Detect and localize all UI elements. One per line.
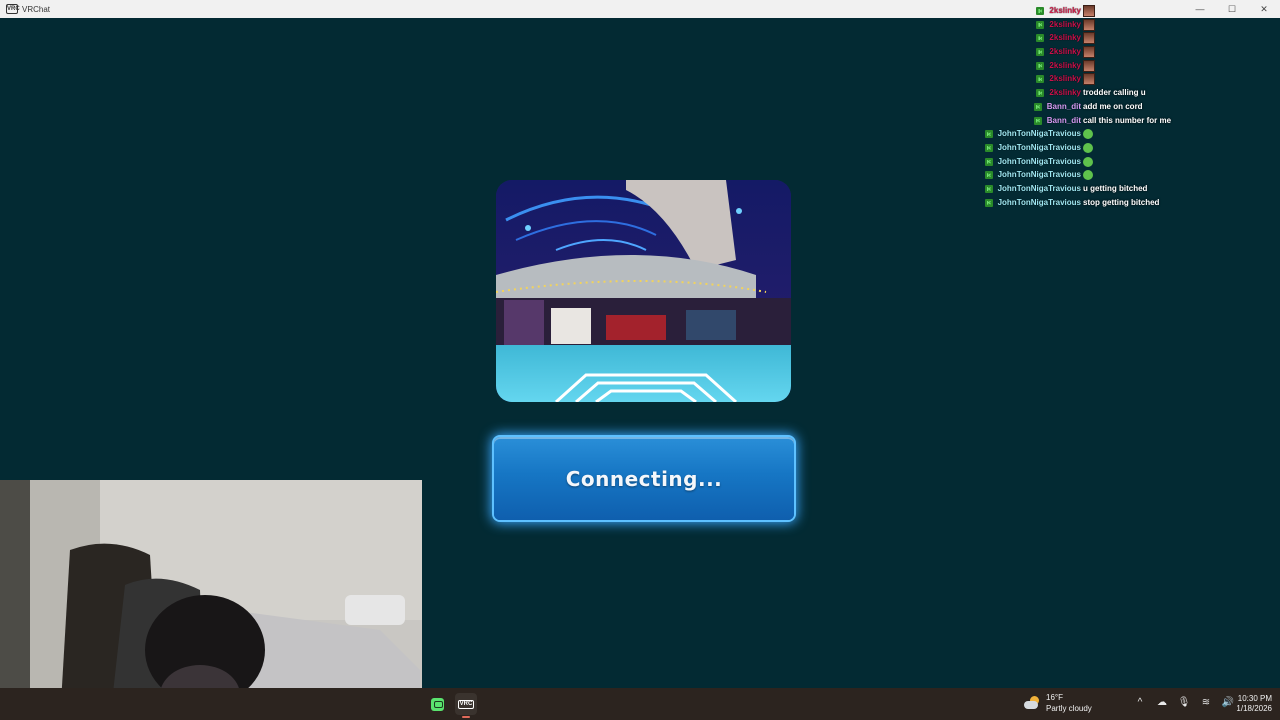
kick-badge-icon xyxy=(984,184,993,193)
window-title: VRChat xyxy=(22,4,51,14)
onedrive-cloud-icon[interactable]: ☁ xyxy=(1154,697,1170,708)
kick-badge-icon xyxy=(1036,7,1045,15)
wifi-icon[interactable]: ≋ xyxy=(1198,697,1214,708)
clock-date: 1/18/2026 xyxy=(1236,704,1272,713)
kick-badge-icon xyxy=(1036,89,1045,98)
chat-message: 2kslinky xyxy=(976,45,1276,59)
emote-face-icon xyxy=(1083,129,1093,140)
world-thumbnail xyxy=(496,180,791,402)
chat-message: JohnTonNigaTravious u getting bitched xyxy=(976,182,1276,196)
emote-image-icon xyxy=(1083,18,1095,31)
chat-username: 2kslinky xyxy=(1049,74,1081,84)
chat-username: JohnTonNigaTravious xyxy=(997,156,1081,166)
chat-overlay: 2kslinky 2kslinky 2kslinky 2kslinky 2kslinky… xyxy=(976,4,1276,209)
kick-badge-icon xyxy=(984,157,993,166)
chat-message: 2kslinky trodder calling u xyxy=(976,86,1276,100)
chat-message-text: trodder calling u xyxy=(1083,88,1146,98)
connecting-status-button: Connecting... xyxy=(494,437,794,520)
chat-message: 2kslinky xyxy=(976,59,1276,73)
chat-message-text: add me on cord xyxy=(1083,101,1143,111)
chat-message: Bann_dit add me on cord xyxy=(976,100,1276,114)
clock-time: 10:30 PM xyxy=(1237,694,1272,703)
chat-message: JohnTonNigaTravious xyxy=(976,155,1276,169)
vrchat-app-icon: VRC xyxy=(6,4,20,14)
emote-image-icon xyxy=(1083,73,1095,86)
connecting-label: Connecting... xyxy=(565,466,723,491)
chat-message: JohnTonNigaTravious xyxy=(976,141,1276,155)
kick-badge-icon xyxy=(984,198,993,207)
weather-temp: 16°F xyxy=(1046,693,1063,702)
chat-username: JohnTonNigaTravious xyxy=(997,142,1081,152)
chat-message: 2kslinky xyxy=(976,4,1276,18)
kick-badge-icon xyxy=(1036,34,1045,43)
chat-username: 2kslinky xyxy=(1049,19,1081,29)
chat-message: 2kslinky xyxy=(976,31,1276,45)
chat-message: 2kslinky xyxy=(976,72,1276,86)
chat-username: 2kslinky xyxy=(1049,88,1081,98)
chat-username: 2kslinky xyxy=(1049,6,1081,15)
kick-badge-icon xyxy=(1036,20,1045,29)
emote-face-icon xyxy=(1083,142,1093,153)
chat-username: Bann_dit xyxy=(1046,115,1081,125)
volume-icon[interactable]: 🔊 xyxy=(1220,697,1236,708)
emote-image-icon xyxy=(1083,32,1095,45)
kick-badge-icon xyxy=(1033,102,1042,111)
partly-cloudy-icon xyxy=(1024,696,1040,710)
chat-message-text: u getting bitched xyxy=(1083,183,1148,193)
chat-username: Bann_dit xyxy=(1046,101,1081,111)
chat-username: 2kslinky xyxy=(1049,33,1081,43)
chat-message-text: stop getting bitched xyxy=(1083,197,1160,207)
chat-message-text: call this number for me xyxy=(1083,115,1172,125)
emote-image-icon xyxy=(1083,5,1095,17)
vrchat-taskbar-icon[interactable]: VRC xyxy=(455,693,477,718)
clock[interactable]: 10:30 PM 1/18/2026 xyxy=(1236,694,1272,714)
kick-badge-icon xyxy=(1036,75,1045,84)
webcam-overlay xyxy=(0,480,422,720)
emote-face-icon xyxy=(1083,170,1093,181)
chat-username: JohnTonNigaTravious xyxy=(997,197,1081,207)
chat-app-icon xyxy=(430,697,444,711)
kick-badge-icon xyxy=(984,143,993,152)
emote-face-icon xyxy=(1083,156,1093,167)
chat-username: JohnTonNigaTravious xyxy=(997,129,1081,139)
active-indicator xyxy=(462,716,470,718)
chat-message: 2kslinky xyxy=(976,18,1276,32)
chat-username: 2kslinky xyxy=(1049,47,1081,57)
emote-image-icon xyxy=(1083,59,1095,72)
kick-badge-icon xyxy=(1036,61,1045,70)
chat-username: JohnTonNigaTravious xyxy=(997,183,1081,193)
kick-badge-icon xyxy=(984,130,993,139)
chat-message: JohnTonNigaTravious xyxy=(976,127,1276,141)
chat-app-taskbar-icon[interactable] xyxy=(426,693,448,715)
kick-badge-icon xyxy=(1036,48,1045,57)
taskbar: VRC 16°F Partly cloudy ^ ☁ 🎙 ≋ 🔊 10:30 P… xyxy=(0,688,1280,720)
chat-message: Bann_dit call this number for me xyxy=(976,114,1276,128)
chat-message: JohnTonNigaTravious xyxy=(976,168,1276,182)
system-tray: ^ ☁ 🎙 ≋ 🔊 xyxy=(1132,697,1236,708)
weather-widget[interactable]: 16°F Partly cloudy xyxy=(1024,692,1092,714)
emote-image-icon xyxy=(1083,46,1095,59)
kick-badge-icon xyxy=(1033,116,1042,125)
vrchat-icon: VRC xyxy=(457,699,475,709)
kick-badge-icon xyxy=(984,171,993,180)
tray-chevron-up-icon[interactable]: ^ xyxy=(1132,697,1148,708)
chat-message: JohnTonNigaTravious stop getting bitched xyxy=(976,196,1276,210)
microphone-icon[interactable]: 🎙 xyxy=(1176,697,1192,708)
weather-desc: Partly cloudy xyxy=(1046,704,1092,713)
chat-username: 2kslinky xyxy=(1049,60,1081,70)
chat-username: JohnTonNigaTravious xyxy=(997,170,1081,180)
